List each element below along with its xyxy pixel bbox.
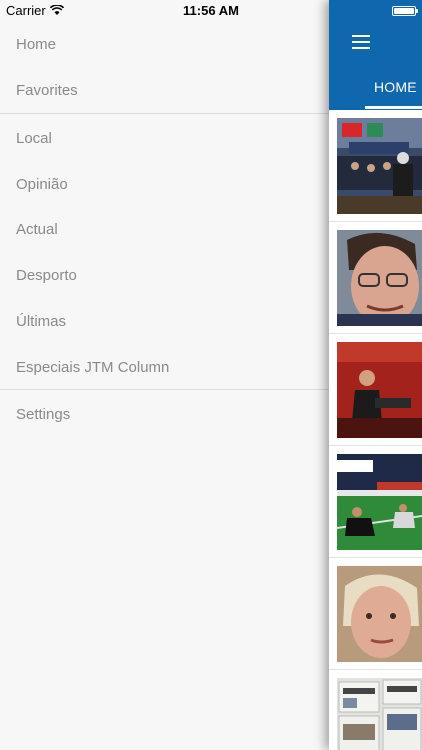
menu-item-label: Actual <box>16 220 58 238</box>
menu-item-home[interactable]: Home <box>0 22 329 66</box>
tab-active-indicator <box>365 106 422 109</box>
navigation-drawer: Home Favorites Local Opinião Actual Desp… <box>0 0 329 750</box>
news-list-item[interactable] <box>329 446 422 558</box>
menu-item-label: Home <box>16 35 57 53</box>
menu-divider <box>0 389 329 390</box>
news-list-item[interactable] <box>329 334 422 446</box>
menu-item-label: Settings <box>16 405 71 423</box>
menu-item-label: Opinião <box>16 175 68 193</box>
tab-home[interactable]: HOME <box>374 79 417 95</box>
news-list-item[interactable] <box>329 110 422 222</box>
menu-item-label: Últimas <box>16 312 67 330</box>
news-list-item[interactable] <box>329 222 422 334</box>
menu-item-label: Desporto <box>16 266 77 284</box>
portrait-woman-photo-thumbnail <box>337 566 422 662</box>
menu-item-favorites[interactable]: Favorites <box>0 68 329 112</box>
ceremony-photo-thumbnail <box>337 118 422 214</box>
menu-item-opiniao[interactable]: Opinião <box>0 162 329 206</box>
menu-item-actual[interactable]: Actual <box>0 207 329 251</box>
hamburger-menu-icon[interactable] <box>352 35 370 49</box>
news-list-item[interactable] <box>329 558 422 670</box>
main-content-panel[interactable]: HOME <box>329 0 422 750</box>
battery-icon <box>392 6 418 16</box>
newspapers-photo-thumbnail <box>337 678 422 750</box>
menu-item-local[interactable]: Local <box>0 116 329 160</box>
status-time: 11:56 AM <box>183 3 239 18</box>
status-bar: Carrier 11:56 AM <box>0 0 422 22</box>
speaker-red-stage-photo-thumbnail <box>337 342 422 438</box>
menu-item-settings[interactable]: Settings <box>0 392 329 436</box>
menu-item-label: Local <box>16 129 52 147</box>
menu-item-desporto[interactable]: Desporto <box>0 253 329 297</box>
football-match-photo-thumbnail <box>337 454 422 550</box>
news-list-item[interactable] <box>329 670 422 750</box>
menu-divider <box>0 113 329 114</box>
menu-item-ultimas[interactable]: Últimas <box>0 299 329 343</box>
menu-item-label: Favorites <box>16 81 78 99</box>
menu-item-especiais-jtm-column[interactable]: Especiais JTM Column <box>0 345 329 389</box>
portrait-glasses-photo-thumbnail <box>337 230 422 326</box>
menu-item-label: Especiais JTM Column <box>16 358 170 376</box>
